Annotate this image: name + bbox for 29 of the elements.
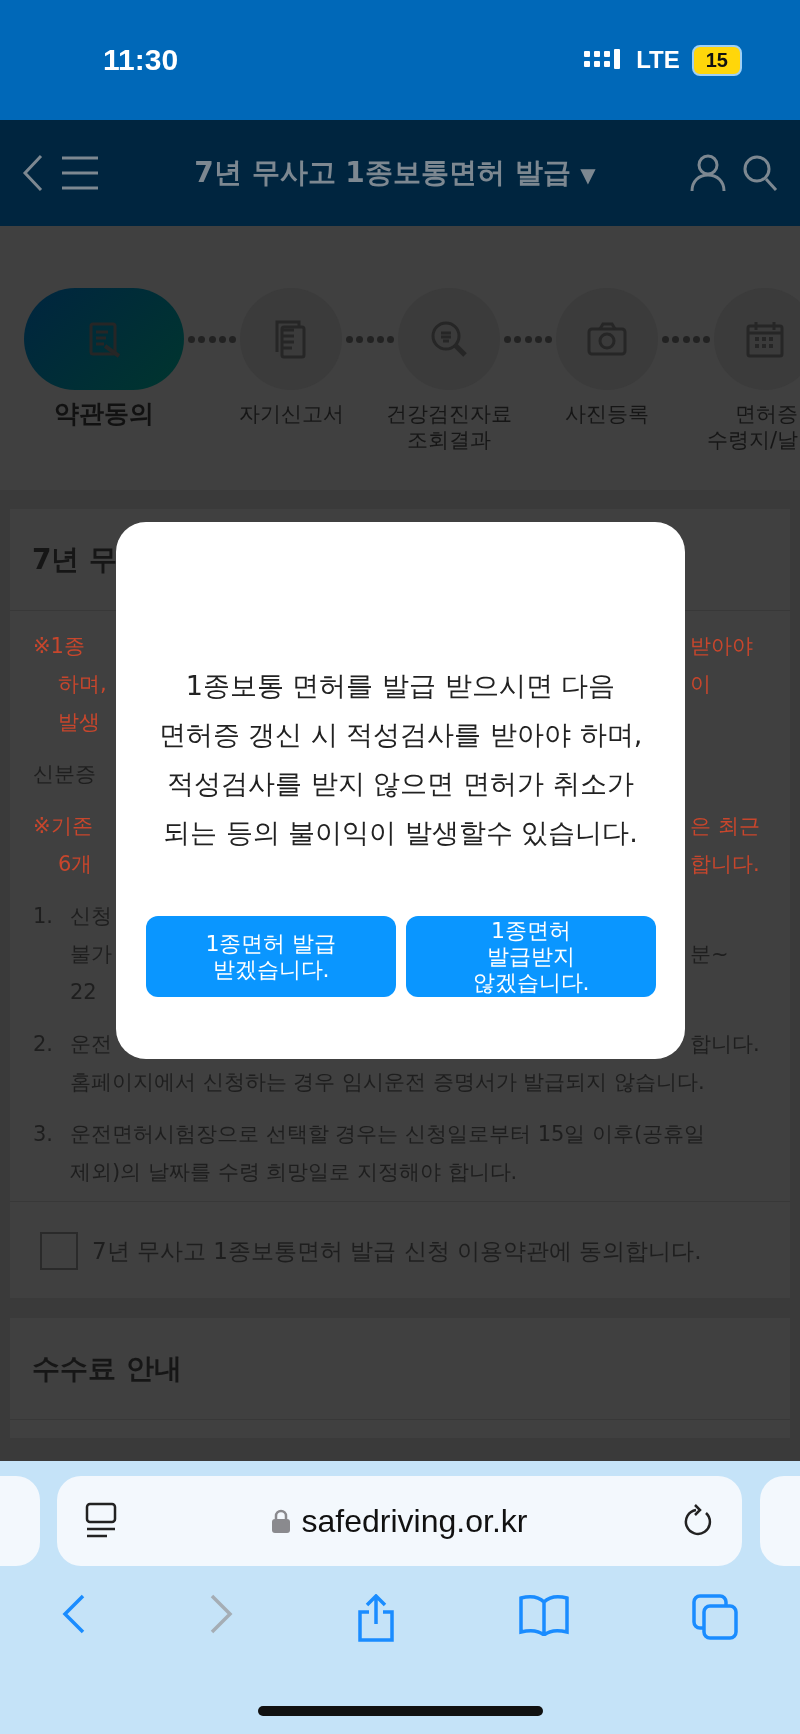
dialog-button[interactable]: 1종면허 발급받지 않겠습니다. — [406, 916, 656, 997]
menu-icon[interactable] — [60, 156, 100, 190]
notice-text: 은 최근 — [690, 813, 761, 840]
url-text: safedriving.or.kr — [301, 1502, 528, 1540]
lock-icon — [271, 1509, 290, 1533]
back-icon[interactable] — [22, 154, 44, 192]
notice-text: 이 — [690, 671, 712, 698]
battery-level: 15 — [691, 44, 742, 76]
status-time: 11:30 — [103, 43, 179, 77]
document-pen-icon — [89, 322, 121, 358]
notice-text: ※기존 — [33, 813, 93, 840]
notice-text: ※1종 — [33, 633, 85, 660]
reader-icon[interactable] — [85, 1502, 117, 1540]
notice-text: 발생 — [57, 709, 100, 736]
search-icon[interactable] — [742, 154, 778, 192]
back-icon[interactable] — [61, 1594, 86, 1634]
dialog-message: 1종보통 면허를 발급 받으시면 다음 면허증 갱신 시 적성검사를 받아야 하며, 적성검사를 받지 않으면 면허가 취소가 되는 등의 불이익이 발생할수 있습니다. — [157, 669, 644, 850]
dialog-button[interactable]: 1종면허 발급 받겠습니다. — [146, 916, 396, 997]
address-bar[interactable]: safedriving.or.kr — [57, 1476, 742, 1566]
person-icon[interactable] — [690, 154, 726, 192]
network-type: LTE — [636, 46, 680, 74]
notice-text: 6개 — [57, 851, 93, 878]
book-icon[interactable] — [519, 1594, 570, 1636]
notice-text: 하며, — [57, 671, 107, 698]
share-icon[interactable] — [355, 1594, 396, 1642]
notice-text: 받아야 — [690, 633, 754, 660]
tabs-icon[interactable] — [692, 1594, 739, 1640]
forward-icon[interactable] — [208, 1594, 233, 1634]
notice-text: 합니다. — [690, 851, 761, 878]
